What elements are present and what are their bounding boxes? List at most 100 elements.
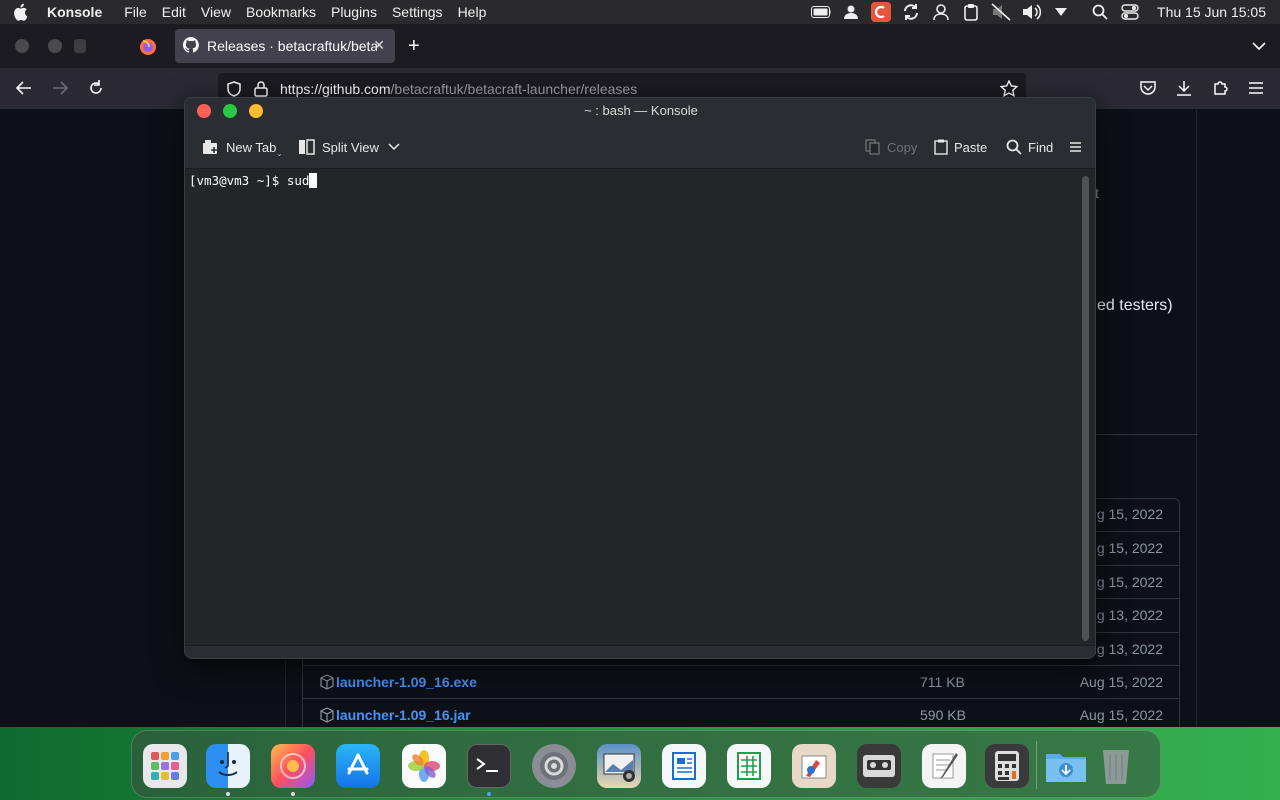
asset-date: Aug 15, 2022 <box>1079 707 1163 723</box>
shell-prompt: [vm3@vm3 ~]$ <box>189 173 287 188</box>
launchpad-icon[interactable] <box>143 744 187 788</box>
running-indicator <box>291 792 295 796</box>
extensions-icon[interactable] <box>1210 78 1230 98</box>
asset-link[interactable]: launcher-1.09_16.jar <box>336 707 471 723</box>
paste-button[interactable]: Paste <box>934 137 987 157</box>
copy-label: Copy <box>887 139 918 155</box>
new-tab-label: New Tab <box>226 139 277 155</box>
pocket-icon[interactable] <box>1138 78 1158 98</box>
finder-icon[interactable] <box>206 744 250 788</box>
konsole-window: ~ : bash — Konsole New Tab ⌄ Split View … <box>184 97 1096 659</box>
terminal-scrollbar[interactable] <box>1082 176 1089 641</box>
asset-row[interactable]: launcher-1.09_16.exe 711 KB Aug 15, 2022 <box>303 665 1179 698</box>
search-icon[interactable] <box>1090 2 1110 22</box>
battery-icon[interactable] <box>811 2 832 22</box>
browser-tab-bar: Releases · betacraftuk/betacraft-launche… <box>0 24 1280 68</box>
browser-tab-releases[interactable]: Releases · betacraftuk/betacraft-launche… <box>175 29 395 63</box>
copy-icon <box>865 139 880 155</box>
app-store-icon[interactable] <box>336 744 380 788</box>
spreadsheet-icon[interactable] <box>727 744 771 788</box>
menu-bookmarks[interactable]: Bookmarks <box>246 4 316 20</box>
menu-plugins[interactable]: Plugins <box>331 4 377 20</box>
cassette-player-icon[interactable] <box>857 744 901 788</box>
account-icon[interactable] <box>931 2 951 22</box>
running-indicator <box>226 792 230 796</box>
trash-icon[interactable] <box>1094 744 1138 788</box>
downloads-folder-icon[interactable] <box>1044 744 1088 788</box>
app-menu-icon[interactable] <box>1246 78 1266 98</box>
menu-settings[interactable]: Settings <box>392 4 443 20</box>
asset-size: 590 KB <box>920 707 966 723</box>
app-badge-icon[interactable] <box>871 2 892 22</box>
firefox-view-icon[interactable] <box>139 38 157 61</box>
menu-view[interactable]: View <box>201 4 231 20</box>
paste-icon <box>934 139 948 155</box>
browser-tab-title: Releases · betacraftuk/betacraft-launche… <box>207 38 377 54</box>
terminal-line: [vm3@vm3 ~]$ sud <box>189 173 318 188</box>
browser-close-button[interactable] <box>15 39 29 53</box>
active-app-name[interactable]: Konsole <box>47 4 102 20</box>
desktop-background <box>0 727 1280 800</box>
konsole-title-bar[interactable]: ~ : bash — Konsole <box>185 98 1095 125</box>
terminal-icon[interactable] <box>467 744 511 788</box>
mute-icon[interactable] <box>991 2 1011 22</box>
new-tab-icon <box>203 140 217 154</box>
window-title: ~ : bash — Konsole <box>584 103 698 118</box>
clock[interactable]: Thu 15 Jun 15:05 <box>1157 4 1266 20</box>
text-editor-icon[interactable] <box>922 744 966 788</box>
clipboard-icon[interactable] <box>961 2 981 22</box>
new-tab-button[interactable]: + <box>408 36 420 56</box>
sync-icon[interactable] <box>901 2 921 22</box>
photos-icon[interactable] <box>402 744 446 788</box>
asset-link[interactable]: launcher-1.09_16.exe <box>336 674 477 690</box>
partial-text: ed testers) <box>1097 297 1173 314</box>
tab-close-icon[interactable]: ✕ <box>373 37 385 54</box>
control-center-icon[interactable] <box>1120 2 1140 22</box>
apple-menu-icon[interactable] <box>10 2 30 22</box>
forward-icon[interactable] <box>50 78 70 98</box>
dock <box>131 730 1161 798</box>
url-text: https://github.com/betacraftuk/betacraft… <box>280 81 637 97</box>
menu-edit[interactable]: Edit <box>162 4 186 20</box>
list-all-tabs-icon[interactable] <box>1252 38 1266 56</box>
konsole-toolbar: New Tab ⌄ Split View Copy Paste Find <box>185 125 1095 169</box>
volume-icon[interactable] <box>1021 2 1042 22</box>
package-icon <box>319 707 335 723</box>
document-viewer-icon[interactable] <box>662 744 706 788</box>
active-app-indicator <box>487 792 491 796</box>
url-host: https://github.com <box>280 81 391 97</box>
chevron-down-icon <box>388 143 400 151</box>
paint-icon[interactable] <box>792 744 836 788</box>
paste-label: Paste <box>954 139 988 155</box>
terminal-cursor <box>309 173 318 188</box>
browser-maximize-button[interactable] <box>74 39 86 53</box>
github-icon <box>182 36 199 56</box>
split-view-button[interactable]: Split View <box>298 137 406 157</box>
browser-minimize-button[interactable] <box>48 39 62 53</box>
back-icon[interactable] <box>14 78 34 98</box>
split-view-icon <box>299 139 315 155</box>
menu-bar: Konsole File Edit View Bookmarks Plugins… <box>0 0 1280 24</box>
user-icon[interactable] <box>841 2 861 22</box>
split-view-label: Split View <box>322 139 379 155</box>
new-tab-button[interactable]: New Tab <box>202 137 276 157</box>
screenshot-icon[interactable] <box>597 744 641 788</box>
reload-icon[interactable] <box>86 78 106 98</box>
firefox-icon[interactable] <box>271 744 315 788</box>
dropdown-icon[interactable] <box>1051 2 1071 22</box>
asset-date: Aug 15, 2022 <box>1079 674 1163 690</box>
calculator-icon[interactable] <box>985 744 1029 788</box>
find-button[interactable]: Find <box>1006 137 1053 157</box>
copy-button[interactable]: Copy <box>865 137 917 157</box>
menu-file[interactable]: File <box>124 4 147 20</box>
new-tab-dropdown-icon[interactable]: ⌄ <box>276 149 283 158</box>
terminal-area[interactable]: [vm3@vm3 ~]$ sud <box>185 169 1095 647</box>
package-icon <box>319 674 335 690</box>
search-icon <box>1006 139 1022 155</box>
konsole-bottom-bar <box>185 645 1095 658</box>
system-settings-icon[interactable] <box>532 744 576 788</box>
downloads-icon[interactable] <box>1174 78 1194 98</box>
menu-help[interactable]: Help <box>458 4 487 20</box>
asset-size: 711 KB <box>920 674 965 690</box>
hamburger-menu-icon[interactable] <box>1070 137 1088 157</box>
